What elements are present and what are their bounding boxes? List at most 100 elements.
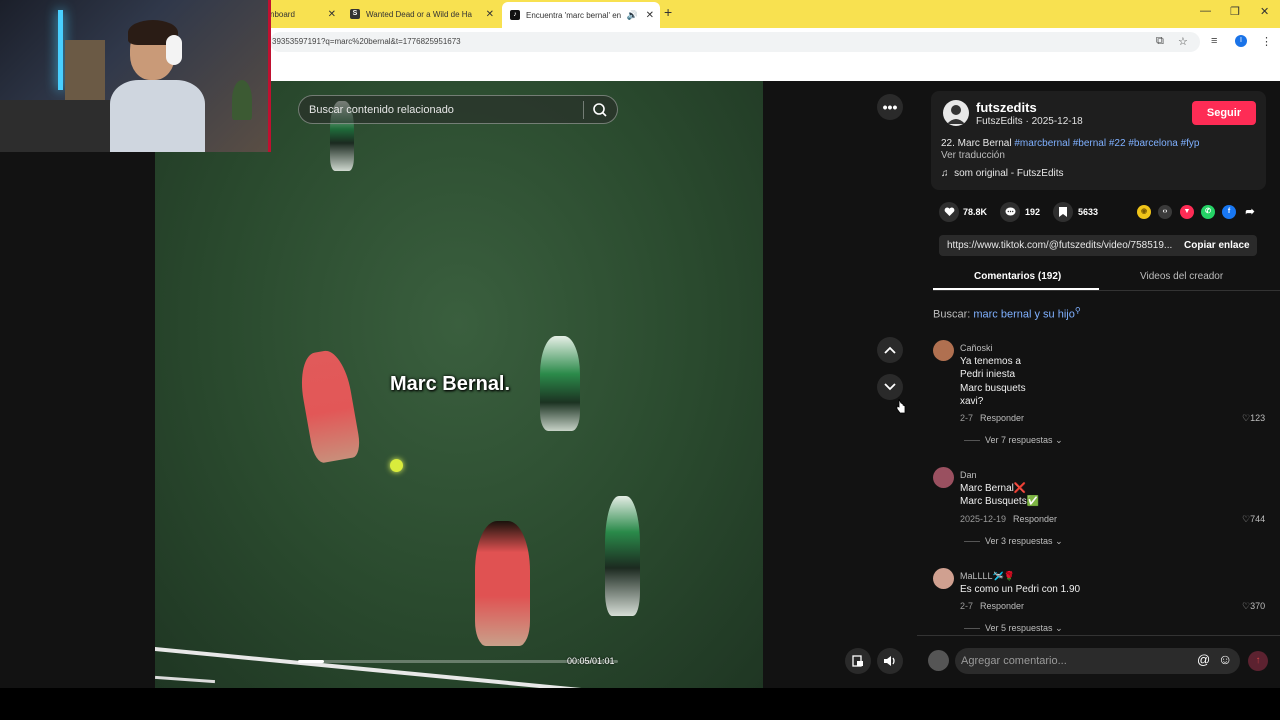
close-tab-icon[interactable]: ✕ [328,9,336,20]
whatsapp-icon[interactable]: ✆ [1201,205,1215,219]
comment-button[interactable] [1000,202,1020,222]
close-tab-icon[interactable]: ✕ [646,10,654,21]
reply-button[interactable]: Responder [980,413,1024,423]
save-button[interactable] [1053,202,1073,222]
webcam-overlay [0,0,270,152]
reply-button[interactable]: Responder [980,601,1024,611]
comment-like-count: 744 [1250,514,1266,524]
author-username[interactable]: futszedits [976,100,1037,115]
copy-link-button[interactable]: Copiar enlace [1184,240,1250,251]
arrow-up-icon: ↑ [1255,655,1261,666]
current-user-avatar [928,650,949,671]
emoji-icon[interactable]: ☺ [1218,651,1232,667]
install-app-icon[interactable]: ⧉ [1156,35,1164,48]
bookmark-icon [1059,207,1067,217]
next-video-button[interactable] [877,374,903,400]
browser-tab-dashboard[interactable]: nboard ✕ [262,3,342,25]
view-replies-label: Ver 3 respuestas [985,536,1053,546]
view-replies-button[interactable]: Ver 5 respuestas ⌄ [985,623,1063,634]
comment-composer: @ ☺ [955,648,1240,674]
like-button[interactable] [939,202,959,222]
comment-text-line: Marc Bernal❌ [960,483,1027,494]
replies-line [964,541,980,542]
new-tab-button[interactable]: + [664,4,672,20]
comment-text-line: Es como un Pedri con 1.90 [960,584,1081,595]
comment-avatar[interactable] [933,568,954,589]
chevron-down-icon: ⌄ [1055,623,1063,633]
bed [0,100,110,152]
restore-icon[interactable]: ❐ [1230,5,1240,18]
video-progress-fill [298,660,325,663]
browser-menu-icon[interactable]: ⋮ [1261,35,1272,48]
comment-like[interactable]: ♡744 [1242,514,1265,525]
pitch-line [155,646,763,688]
chevron-up-icon [884,346,896,354]
share-arrow-icon[interactable]: ➦ [1243,205,1257,219]
related-search-input[interactable] [309,102,579,118]
author-avatar-icon [947,105,965,124]
video-link-url[interactable]: https://www.tiktok.com/@futszedits/video… [947,240,1172,251]
bookmark-star-icon[interactable]: ☆ [1178,35,1188,48]
tab-label: Encuentra 'marc bernal' en [526,10,622,20]
comment-avatar[interactable] [933,340,954,361]
minimize-icon[interactable]: — [1200,5,1211,17]
video-time: 00:05/01:01 [567,656,615,666]
close-window-icon[interactable]: ✕ [1260,5,1269,18]
mention-icon[interactable]: @ [1197,652,1210,667]
comment-username[interactable]: Cañoski [960,343,993,353]
previous-video-button[interactable] [877,337,903,363]
player-figure [295,347,363,465]
tab-label: Wanted Dead or a Wild de Ha [366,9,472,19]
video-description: 22. Marc Bernal #marcbernal #bernal #22 … [941,138,1200,149]
tiktok-favicon-icon: ♪ [510,10,520,20]
heart-outline-icon: ♡ [1242,514,1251,524]
sound-row[interactable]: ♫ som original - FutszEdits [941,168,1064,179]
description-text: 22. Marc Bernal [941,138,1015,149]
facebook-icon[interactable]: f [1222,205,1236,219]
search-button[interactable] [590,101,610,119]
related-search-suggestion[interactable]: Buscar: marc bernal y su hijo⚲ [933,306,1081,321]
see-translation-link[interactable]: Ver traducción [941,150,1005,161]
post-comment-button[interactable]: ↑ [1248,651,1268,671]
tabs-divider [933,290,1280,291]
comment-text-line: Ya tenemos a [960,356,1021,367]
close-tab-icon[interactable]: ✕ [486,9,494,20]
volume-button[interactable] [877,648,903,674]
comment-text-line: Marc Busquets✅ [960,496,1040,507]
pip-icon [852,655,863,667]
player-figure [540,336,580,431]
search-small-icon: ⚲ [1074,306,1081,315]
tab-creator-videos[interactable]: Videos del creador [1140,271,1223,282]
coin-icon[interactable]: ◉ [1137,205,1151,219]
browser-tab-tiktok[interactable]: ♪ Encuentra 'marc bernal' en 🔊 ✕ [502,2,660,28]
view-replies-label: Ver 7 respuestas [985,435,1053,445]
extensions-icon[interactable]: ≡ [1211,35,1217,47]
comment-username[interactable]: MaLLLL🛩️🌹 [960,571,1015,582]
embed-code-icon[interactable]: ‹› [1158,205,1172,219]
comment-input[interactable] [961,653,1191,669]
author-avatar[interactable] [943,100,969,126]
comment-like[interactable]: ♡370 [1242,601,1265,612]
more-options-button[interactable]: ••• [877,94,903,120]
view-replies-button[interactable]: Ver 7 respuestas ⌄ [985,435,1063,446]
neon-light [58,10,63,90]
profile-avatar[interactable]: I [1235,35,1247,47]
send-to-friend-icon[interactable]: ▼ [1180,205,1194,219]
comment-like[interactable]: ♡123 [1242,413,1265,424]
floating-player-button[interactable] [845,648,871,674]
chevron-down-icon [884,383,896,391]
tab-comments[interactable]: Comentarios (192) [974,271,1061,282]
view-replies-button[interactable]: Ver 3 respuestas ⌄ [985,536,1063,547]
pitch-line [155,675,216,684]
browser-tab-wanted-dead[interactable]: S Wanted Dead or a Wild de Ha ✕ [342,3,500,25]
follow-button[interactable]: Seguir [1192,101,1256,125]
hand-cursor-icon [896,398,906,414]
hashtags[interactable]: #marcbernal #bernal #22 #barcelona #fyp [1014,138,1199,149]
comment-avatar[interactable] [933,467,954,488]
reply-button[interactable]: Responder [1013,514,1057,524]
plant [232,80,252,120]
comment-username[interactable]: Dan [960,470,977,480]
heart-outline-icon: ♡ [1242,601,1251,611]
url-field[interactable]: 39353597191?q=marc%20bernal&t=1776825951… [270,32,1200,52]
speaker-icon[interactable]: 🔊 [627,10,638,21]
